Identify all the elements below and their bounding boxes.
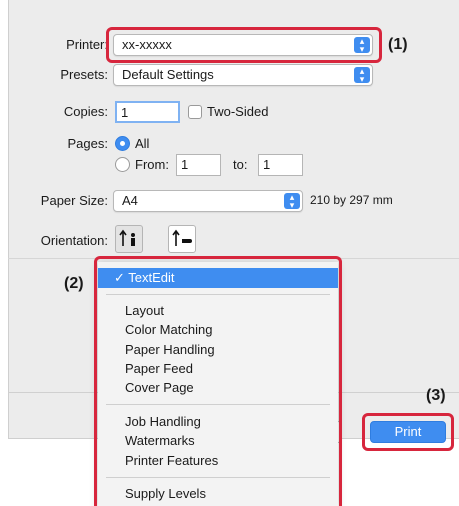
pages-to-field[interactable]: 1 [258, 154, 303, 176]
printer-label: Printer: [66, 37, 108, 52]
callout-1: (1) [388, 36, 408, 53]
highlight-printer [106, 27, 382, 63]
callout-2: (2) [64, 275, 84, 292]
pages-to-label: to: [233, 157, 248, 172]
copies-label: Copies: [63, 104, 108, 119]
copies-field[interactable]: 1 [115, 101, 180, 123]
pages-all-label: All [135, 136, 150, 151]
orientation-label: Orientation: [40, 233, 108, 248]
presets-popup[interactable]: Default Settings ▴ ▾ [113, 64, 373, 86]
portrait-button[interactable] [115, 225, 143, 253]
paper-size-label: Paper Size: [40, 193, 108, 208]
landscape-orientation-icon [172, 229, 192, 246]
paper-size-value: A4 [122, 193, 138, 208]
landscape-button[interactable] [168, 225, 196, 253]
chevron-updown-icon: ▴ ▾ [354, 67, 370, 84]
pages-from-field[interactable]: 1 [176, 154, 221, 176]
pages-all-radio[interactable] [115, 136, 130, 151]
two-sided-checkbox[interactable] [188, 105, 202, 119]
two-sided-label: Two-Sided [207, 104, 269, 119]
chevron-updown-icon: ▴ ▾ [284, 193, 300, 210]
highlight-menu [94, 256, 342, 506]
callout-3: (3) [426, 387, 446, 404]
highlight-print [362, 413, 454, 451]
pages-from-label: From: [135, 157, 169, 172]
presets-label: Presets: [60, 67, 108, 82]
pages-label: Pages: [67, 136, 108, 151]
pages-from-radio[interactable] [115, 157, 130, 172]
portrait-orientation-icon [119, 229, 135, 246]
paper-dimensions: 210 by 297 mm [310, 193, 393, 207]
paper-size-popup[interactable]: A4 ▴ ▾ [113, 190, 303, 212]
presets-value: Default Settings [122, 67, 214, 82]
